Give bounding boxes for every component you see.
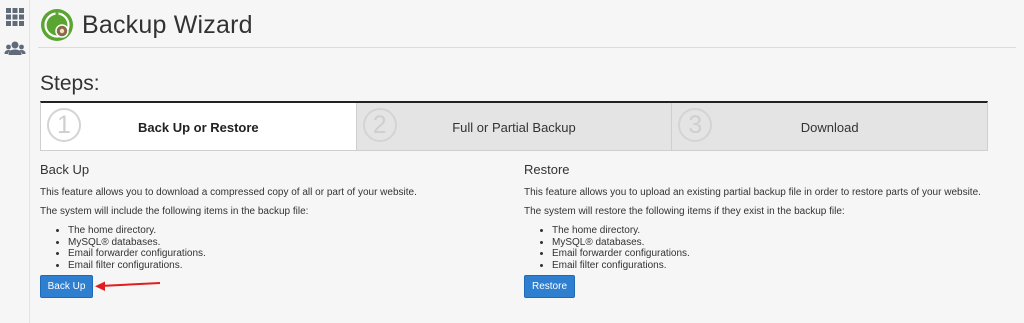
page-title: Backup Wizard — [82, 11, 253, 39]
users-icon[interactable] — [4, 38, 26, 60]
page-header: Backup Wizard — [38, 0, 1016, 48]
step-full-or-partial-backup: 2 Full or Partial Backup — [357, 103, 673, 150]
annotation-arrow-icon — [94, 278, 164, 294]
list-item: The home directory. — [552, 225, 994, 237]
step-label: Download — [800, 120, 859, 135]
restore-section: Restore This feature allows you to uploa… — [524, 162, 994, 271]
restore-items-list: The home directory. MySQL® databases. Em… — [552, 225, 994, 271]
list-item: Email forwarder configurations. — [552, 248, 994, 260]
step-label: Back Up or Restore — [138, 120, 259, 135]
list-item: Email filter configurations. — [552, 260, 994, 272]
restore-button[interactable]: Restore — [524, 275, 575, 298]
backup-items-list: The home directory. MySQL® databases. Em… — [68, 225, 510, 271]
steps-title: Steps: — [40, 72, 100, 95]
backup-logo-icon — [40, 8, 74, 42]
backup-description: This feature allows you to download a co… — [40, 187, 417, 198]
restore-description: This feature allows you to upload an exi… — [524, 187, 981, 198]
backup-heading: Back Up — [40, 162, 90, 177]
restore-heading: Restore — [524, 162, 570, 177]
steps-progress: 1 Back Up or Restore 2 Full or Partial B… — [40, 101, 988, 151]
step-label: Full or Partial Backup — [452, 120, 576, 135]
step-back-up-or-restore: 1 Back Up or Restore — [41, 103, 357, 150]
list-item: MySQL® databases. — [68, 237, 510, 249]
list-item: The home directory. — [68, 225, 510, 237]
backup-section: Back Up This feature allows you to downl… — [40, 162, 510, 271]
backup-intro: The system will include the following it… — [40, 206, 309, 217]
list-item: Email forwarder configurations. — [68, 248, 510, 260]
back-up-button[interactable]: Back Up — [40, 275, 93, 298]
restore-intro: The system will restore the following it… — [524, 206, 845, 217]
list-item: MySQL® databases. — [552, 237, 994, 249]
apps-grid-icon[interactable] — [4, 6, 26, 28]
sidebar — [0, 0, 30, 323]
main-content: Backup Wizard Steps: 1 Back Up or Restor… — [30, 0, 1024, 323]
list-item: Email filter configurations. — [68, 260, 510, 272]
step-download: 3 Download — [672, 103, 987, 150]
